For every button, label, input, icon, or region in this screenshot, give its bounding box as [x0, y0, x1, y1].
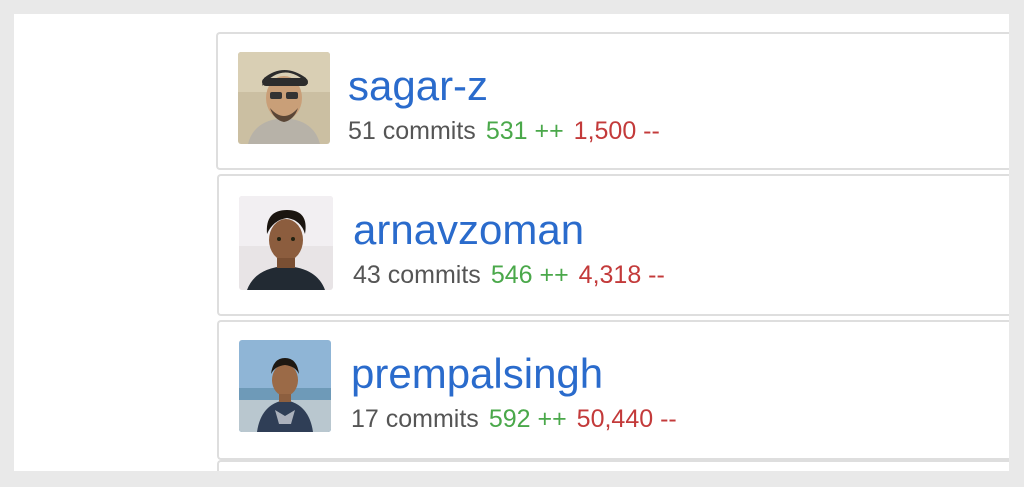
commit-count: 43 commits	[353, 261, 481, 289]
avatar[interactable]	[239, 196, 333, 290]
contributor-username[interactable]: sagar-z	[348, 62, 488, 110]
contributor-stats: 17 commits 592 ++ 50,440 --	[351, 404, 677, 434]
contributor-card: arnavzoman 43 commits 546 ++ 4,318 --	[217, 174, 1009, 316]
contributor-stats: 51 commits 531 ++ 1,500 --	[348, 116, 660, 146]
additions-count: 592 ++	[488, 405, 567, 433]
avatar-image	[239, 340, 331, 432]
deletions-count: 1,500 --	[573, 117, 660, 145]
avatar-image	[239, 196, 333, 290]
avatar[interactable]	[238, 52, 330, 144]
deletions-count: 4,318 --	[578, 261, 665, 289]
contributor-card-partial	[217, 460, 1009, 471]
deletions-count: 50,440 --	[576, 405, 677, 433]
additions-count: 546 ++	[490, 261, 569, 289]
additions-count: 531 ++	[485, 117, 564, 145]
avatar-image	[238, 52, 330, 144]
contributor-username[interactable]: arnavzoman	[353, 206, 584, 254]
contributor-card: prempalsingh 17 commits 592 ++ 50,440 --	[217, 320, 1009, 460]
avatar[interactable]	[239, 340, 331, 432]
contributor-card: sagar-z 51 commits 531 ++ 1,500 --	[216, 32, 1009, 170]
commit-count: 51 commits	[348, 117, 476, 145]
contributors-panel: sagar-z 51 commits 531 ++ 1,500 -- arnavzo…	[14, 14, 1009, 471]
contributor-stats: 43 commits 546 ++ 4,318 --	[353, 260, 665, 290]
commit-count: 17 commits	[351, 405, 479, 433]
contributor-username[interactable]: prempalsingh	[351, 350, 603, 398]
